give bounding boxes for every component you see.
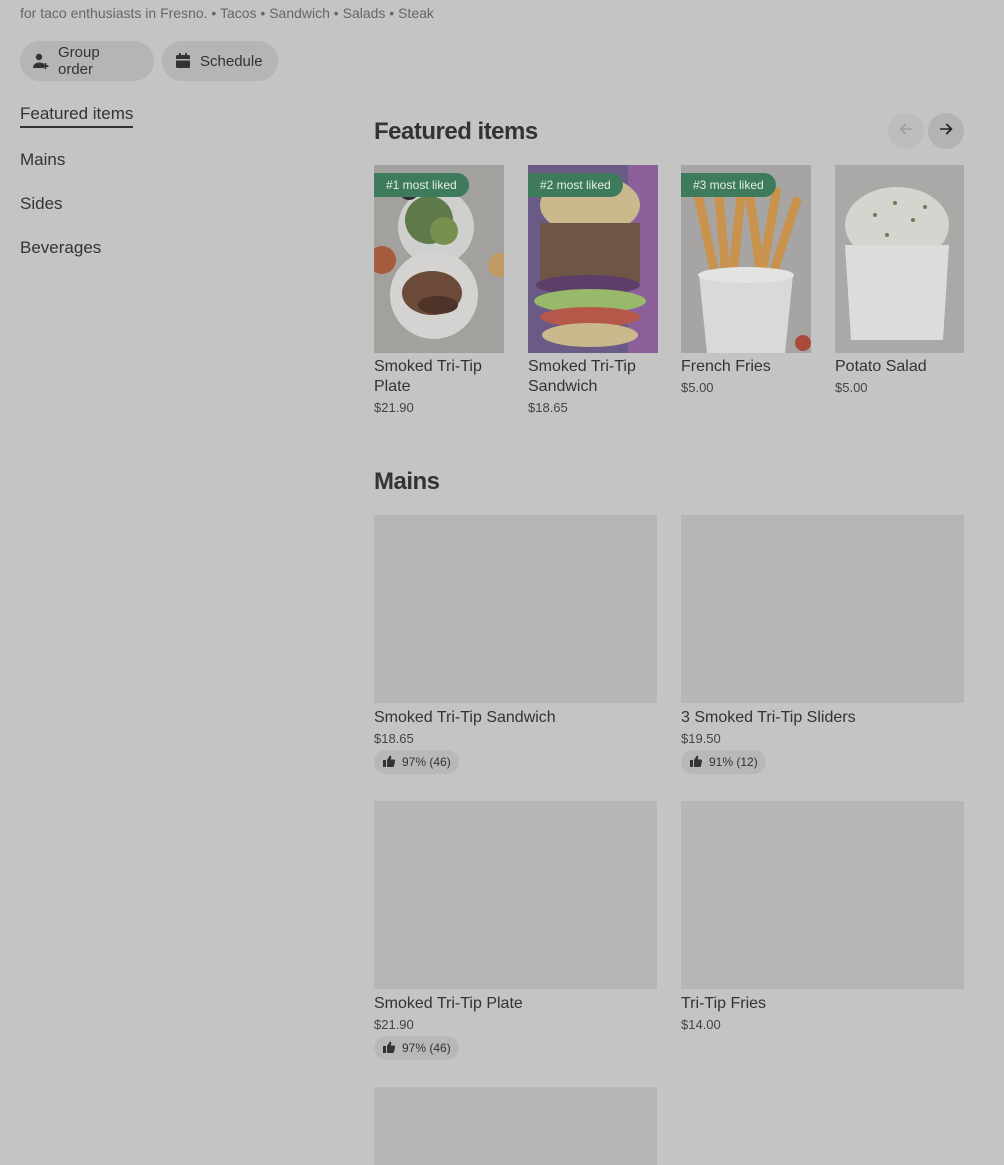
item-name: Smoked Tri-Tip Plate xyxy=(374,995,523,1012)
item-name: Tri-Tip Fries xyxy=(681,995,767,1012)
featured-item-image xyxy=(835,165,964,353)
rating-badge: 91% (12) xyxy=(681,750,766,774)
schedule-label: Schedule xyxy=(200,52,263,70)
rating-text: 91% (12) xyxy=(709,755,758,769)
menu-item-image-placeholder xyxy=(374,801,657,989)
featured-item-card[interactable]: #3 most liked French Fries $5.00 xyxy=(681,165,811,395)
most-liked-badge: #3 most liked xyxy=(681,173,776,197)
menu-item-card[interactable]: Tri-Tip Fries $14.00 xyxy=(681,801,964,1032)
item-price: $19.50 xyxy=(681,731,721,746)
menu-item-card[interactable] xyxy=(374,1087,657,1165)
rating-badge: 97% (46) xyxy=(374,1036,459,1060)
item-price: $18.65 xyxy=(528,400,568,415)
item-price: $14.00 xyxy=(681,1017,721,1032)
most-liked-badge: #2 most liked xyxy=(528,173,623,197)
calendar-icon xyxy=(174,52,192,70)
menu-item-card[interactable]: 3 Smoked Tri-Tip Sliders $19.50 91% (12) xyxy=(681,515,964,774)
item-name: Smoked Tri-Tip Plate xyxy=(374,358,482,395)
item-price: $5.00 xyxy=(835,380,868,395)
rating-badge: 97% (46) xyxy=(374,750,459,774)
menu-item-card[interactable]: Smoked Tri-Tip Sandwich $18.65 97% (46) xyxy=(374,515,657,774)
item-name: Smoked Tri-Tip Sandwich xyxy=(528,358,636,395)
group-order-label: Group order xyxy=(58,44,100,78)
featured-item-image: #2 most liked xyxy=(528,165,658,353)
most-liked-badge: #1 most liked xyxy=(374,173,469,197)
thumbs-up-icon xyxy=(382,754,396,771)
featured-item-card[interactable]: #2 most liked Smoked Tri-Tip Sandwich $1… xyxy=(528,165,658,415)
carousel-next-button[interactable] xyxy=(928,113,964,149)
group-order-button[interactable]: Group order xyxy=(20,41,154,81)
menu-item-image-placeholder xyxy=(374,515,657,703)
mains-section-title: Mains xyxy=(374,468,440,495)
featured-item-image: #3 most liked xyxy=(681,165,811,353)
item-price: $21.90 xyxy=(374,1017,414,1032)
menu-item-image-placeholder xyxy=(681,515,964,703)
carousel-prev-button[interactable] xyxy=(888,113,924,149)
thumbs-up-icon xyxy=(382,1040,396,1057)
item-name: 3 Smoked Tri-Tip Sliders xyxy=(681,709,856,726)
thumbs-up-icon xyxy=(689,754,703,771)
nav-item-featured-items[interactable]: Featured items xyxy=(20,104,134,128)
store-tagline: for taco enthusiasts in Fresno. • Tacos … xyxy=(20,5,434,21)
item-price: $5.00 xyxy=(681,380,714,395)
menu-item-image-placeholder xyxy=(374,1087,657,1165)
featured-item-card[interactable]: #1 most liked Smoked Tri-Tip Plate $21.9… xyxy=(374,165,504,415)
rating-text: 97% (46) xyxy=(402,755,451,769)
item-name: French Fries xyxy=(681,358,771,375)
item-price: $18.65 xyxy=(374,731,414,746)
item-name: Smoked Tri-Tip Sandwich xyxy=(374,709,556,726)
nav-item-mains[interactable]: Mains xyxy=(20,150,65,170)
featured-item-image: #1 most liked xyxy=(374,165,504,353)
person-add-icon xyxy=(32,52,50,70)
menu-item-card[interactable]: Smoked Tri-Tip Plate $21.90 97% (46) xyxy=(374,801,657,1060)
nav-item-sides[interactable]: Sides xyxy=(20,194,63,214)
schedule-button[interactable]: Schedule xyxy=(162,41,278,81)
item-name: Potato Salad xyxy=(835,358,927,375)
nav-item-beverages[interactable]: Beverages xyxy=(20,238,101,258)
rating-text: 97% (46) xyxy=(402,1041,451,1055)
arrow-right-icon xyxy=(938,121,954,142)
arrow-left-icon xyxy=(898,121,914,142)
menu-item-image-placeholder xyxy=(681,801,964,989)
featured-section-title: Featured items xyxy=(374,118,538,145)
item-price: $21.90 xyxy=(374,400,414,415)
featured-item-card[interactable]: Potato Salad $5.00 xyxy=(835,165,964,395)
